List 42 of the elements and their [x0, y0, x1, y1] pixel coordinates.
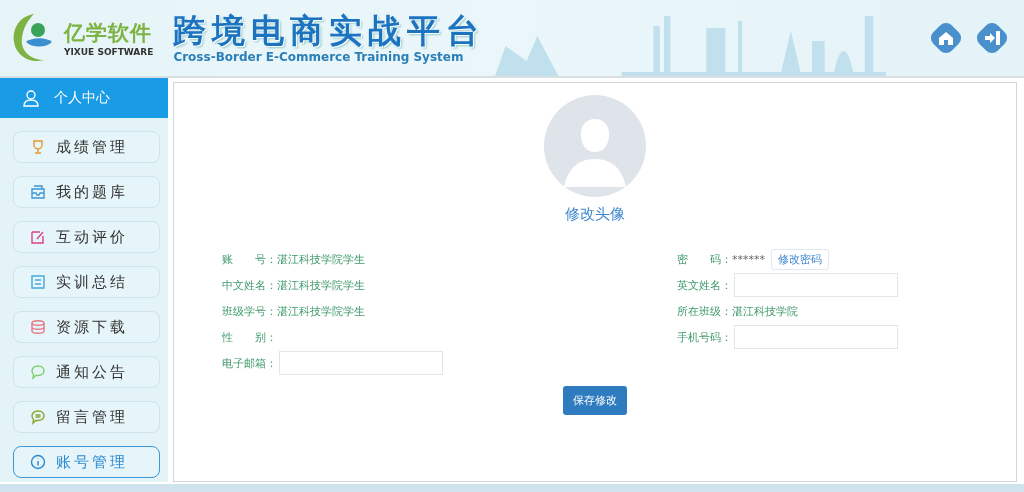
sidebar-item[interactable]: 我的题库 — [13, 176, 160, 208]
sidebar-item[interactable]: 互动评价 — [13, 221, 160, 253]
save-button[interactable]: 保存修改 — [563, 386, 627, 415]
field-label: 电子邮箱： — [222, 355, 277, 371]
sidebar-item[interactable]: 通知公告 — [13, 356, 160, 388]
sidebar-item[interactable]: 实训总结 — [13, 266, 160, 298]
list-icon — [30, 274, 46, 290]
input-field[interactable] — [279, 351, 443, 375]
change-password-button[interactable]: 修改密码 — [771, 248, 829, 270]
message-icon — [30, 409, 46, 425]
avatar-icon — [544, 95, 646, 197]
field-label: 手机号码： — [677, 329, 732, 345]
brand-name: 亿学软件 — [64, 20, 152, 47]
sidebar-item[interactable]: 留言管理 — [13, 401, 160, 433]
field-label: 中文姓名： — [222, 277, 277, 293]
brand-subtitle: YIXUE SOFTWARE — [64, 47, 154, 57]
field-value: 湛江科技学院 — [732, 303, 798, 319]
sidebar-item[interactable]: 成绩管理 — [13, 131, 160, 163]
app-subtitle: Cross-Border E-Commerce Training System — [173, 50, 465, 64]
input-field[interactable] — [734, 273, 898, 297]
field-label: 所在班级： — [677, 303, 732, 319]
edit-icon — [30, 229, 46, 245]
field-label: 班级学号： — [222, 303, 277, 319]
input-field[interactable] — [734, 325, 898, 349]
field-label: 性 别： — [222, 329, 277, 345]
database-icon — [30, 319, 46, 335]
inbox-icon — [30, 184, 46, 200]
speech-bubble-icon — [30, 364, 46, 380]
app-title: 跨境电商实战平台 — [173, 12, 486, 50]
field-value: 湛江科技学院学生 — [277, 303, 365, 319]
field-value: 湛江科技学院学生 — [277, 251, 365, 267]
user-icon — [22, 89, 40, 107]
info-icon — [30, 454, 46, 470]
change-avatar-link[interactable]: 修改头像 — [565, 205, 625, 224]
sidebar-item[interactable]: 资源下载 — [13, 311, 160, 343]
field-value: 湛江科技学院学生 — [277, 277, 365, 293]
field-label: 账 号： — [222, 251, 277, 267]
field-label: 密 码： — [677, 251, 732, 267]
trophy-icon — [30, 139, 46, 155]
field-label: 英文姓名： — [677, 277, 732, 293]
sidebar-header-label: 个人中心 — [54, 89, 110, 107]
password-mask: ****** — [732, 252, 765, 266]
